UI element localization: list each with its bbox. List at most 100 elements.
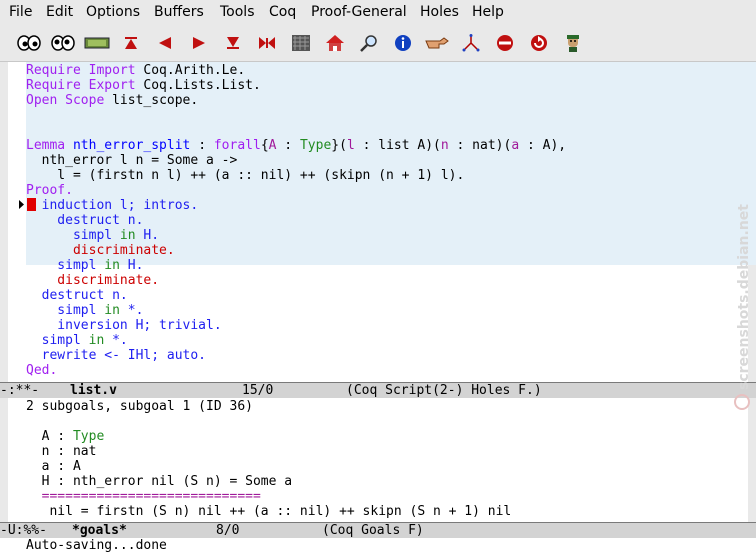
code-line: Proof.	[26, 183, 73, 198]
next-step-icon[interactable]	[186, 30, 212, 56]
menu-file[interactable]: File	[9, 4, 32, 20]
code-token: in	[104, 303, 120, 318]
menu-tools[interactable]: Tools	[220, 4, 255, 20]
modeline-buffer-name: *goals*	[72, 523, 127, 538]
code-line: ============================	[26, 489, 261, 504]
goto-point-icon[interactable]	[254, 30, 280, 56]
code-line: A : Type	[26, 429, 105, 444]
goals-mode-line[interactable]: -U:%%- *goals* 8/0 (Coq Goals F)	[0, 522, 756, 538]
menu-proof-general[interactable]: Proof-General	[311, 4, 407, 20]
code-line: simpl in H.	[26, 258, 143, 273]
code-line: l = (firstn n l) ++ (a :: nil) ++ (skipn…	[26, 168, 464, 183]
code-line: simpl in H.	[26, 228, 159, 243]
code-token: discriminate.	[26, 243, 175, 258]
code-token: Coq.Arith.Le.	[135, 63, 246, 78]
code-token: simpl	[26, 258, 105, 273]
menu-holes[interactable]: Holes	[420, 4, 459, 20]
watermark: screenshots.debian.net	[728, 170, 756, 410]
code-line: a : A	[26, 459, 81, 474]
code-token: inversion H; trivial.	[26, 318, 222, 333]
code-token: Lemma	[26, 138, 66, 153]
code-token: Proof.	[26, 183, 73, 198]
code-line: discriminate.	[26, 273, 159, 288]
code-token: forall	[213, 138, 261, 153]
code-token: in	[88, 333, 105, 348]
code-line: induction l; intros.	[26, 198, 199, 213]
code-token: *.	[104, 333, 128, 348]
code-token: Qed.	[26, 363, 58, 378]
code-token: n	[440, 138, 449, 153]
code-line: nth_error l n = Some a ->	[26, 153, 238, 168]
code-token: l	[346, 138, 355, 153]
code-token: nil = firstn (S n) nil ++ (a :: nil) ++ …	[26, 504, 512, 519]
code-line: n : nat	[26, 444, 97, 459]
menu-coq[interactable]: Coq	[269, 4, 296, 20]
refresh-icon[interactable]	[526, 30, 552, 56]
code-line: Open Scope list_scope.	[26, 93, 198, 108]
code-token: simpl	[26, 333, 89, 348]
code-token: destruct n.	[26, 288, 128, 303]
code-line: simpl in *.	[26, 333, 128, 348]
code-token: n : nat	[26, 444, 97, 459]
minibuffer[interactable]: Auto-saving...done	[0, 538, 756, 554]
script-buffer[interactable]: Require Import Coq.Arith.Le. Require Expo…	[0, 62, 756, 382]
code-line: Require Export Coq.Lists.List.	[26, 78, 261, 93]
undo-step-icon[interactable]	[152, 30, 178, 56]
code-line: Require Import Coq.Arith.Le.	[26, 63, 245, 78]
code-line: 2 subgoals, subgoal 1 (ID 36)	[26, 399, 253, 414]
code-token: simpl	[26, 228, 120, 243]
modeline-position: 8/0	[216, 523, 240, 538]
code-token: in	[119, 228, 136, 243]
code-token: :	[190, 138, 214, 153]
menu-help[interactable]: Help	[472, 4, 504, 20]
code-token: a	[511, 138, 520, 153]
command-icon[interactable]	[424, 30, 450, 56]
help-icon[interactable]	[560, 30, 586, 56]
restart-icon[interactable]	[288, 30, 314, 56]
goto-start-icon[interactable]	[118, 30, 144, 56]
menu-options[interactable]: Options	[86, 4, 140, 20]
info-icon[interactable]	[390, 30, 416, 56]
code-token: A :	[26, 429, 73, 444]
code-line: rewrite <- IHl; auto.	[26, 348, 206, 363]
code-line: nil = firstn (S n) nil ++ (a :: nil) ++ …	[26, 504, 511, 519]
code-token: Type	[299, 138, 332, 153]
overlay-arrow-icon	[19, 198, 36, 211]
code-token: H : nth_error nil (S n) = Some a	[26, 474, 293, 489]
code-token: discriminate.	[26, 273, 160, 288]
code-token: : A),	[519, 138, 567, 153]
code-token: : nat)(	[448, 138, 512, 153]
code-token: a : A	[26, 459, 81, 474]
goto-end-icon[interactable]	[220, 30, 246, 56]
home-icon[interactable]	[322, 30, 348, 56]
code-token: destruct n.	[26, 213, 144, 228]
prooftree-icon[interactable]	[458, 30, 484, 56]
code-token: Type	[72, 429, 105, 444]
goals-eyes-icon[interactable]	[16, 30, 42, 56]
code-token: Require Export	[26, 78, 136, 93]
goals-buffer[interactable]: 2 subgoals, subgoal 1 (ID 36) A : Type n…	[0, 398, 756, 522]
code-token: rewrite <- IHl; auto.	[26, 348, 207, 363]
code-line: H : nth_error nil (S n) = Some a	[26, 474, 292, 489]
code-token: ============================	[26, 489, 261, 504]
retract-eyes-icon[interactable]	[50, 30, 76, 56]
menu-edit[interactable]: Edit	[46, 4, 73, 20]
left-fringe	[0, 62, 8, 382]
code-line: destruct n.	[26, 213, 143, 228]
code-token: list_scope.	[104, 93, 199, 108]
code-token: nth_error l n = Some a ->	[26, 153, 238, 168]
find-icon[interactable]	[356, 30, 382, 56]
code-token: :	[276, 138, 300, 153]
menu-buffers[interactable]: Buffers	[154, 4, 204, 20]
code-line: discriminate.	[26, 243, 175, 258]
modeline-position: 15/0	[242, 383, 274, 398]
script-mode-line[interactable]: -:**- list.v 15/0 (Coq Script(2-) Holes …	[0, 382, 756, 398]
state-display-icon[interactable]	[84, 30, 110, 56]
code-token: in	[104, 258, 120, 273]
code-line: simpl in *.	[26, 303, 143, 318]
watermark-text: screenshots.debian.net	[736, 204, 752, 390]
code-token: 2 subgoals, subgoal 1 (ID 36)	[26, 399, 253, 414]
code-token: H.	[119, 258, 144, 273]
interrupt-icon[interactable]	[492, 30, 518, 56]
